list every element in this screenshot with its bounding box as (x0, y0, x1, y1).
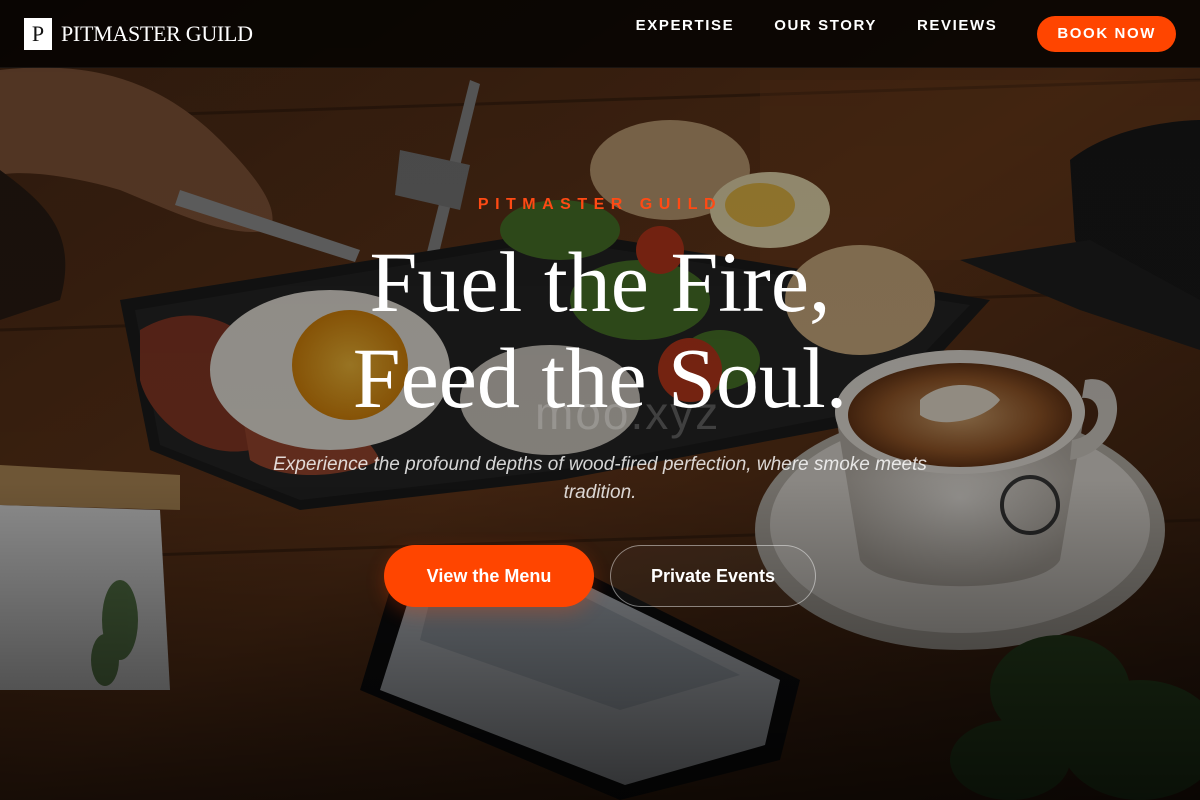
nav-link-expertise[interactable]: EXPERTISE (636, 17, 735, 34)
hero-cta-group: View the Menu Private Events (384, 545, 816, 607)
hero-subtext: Experience the profound depths of wood-f… (273, 454, 927, 503)
main-nav: EXPERTISE OUR STORY REVIEWS BOOK NOW (636, 0, 1176, 68)
watermark-text: moo.xyz (535, 387, 721, 439)
book-now-button[interactable]: BOOK NOW (1037, 15, 1176, 52)
site-header: P PITMASTER GUILD EXPERTISE OUR STORY RE… (0, 0, 1200, 68)
nav-link-reviews[interactable]: REVIEWS (917, 17, 997, 34)
brand-mark-icon: P (24, 17, 52, 50)
page: P PITMASTER GUILD EXPERTISE OUR STORY RE… (0, 0, 1200, 800)
brand-name: PITMASTER GUILD (61, 20, 253, 46)
hero-headline-line-1: Fuel the Fire, (369, 234, 831, 330)
hero-eyebrow: PITMASTER GUILD (477, 196, 723, 213)
brand-logo[interactable]: P PITMASTER GUILD (24, 17, 253, 50)
private-events-button[interactable]: Private Events (610, 545, 816, 607)
view-menu-button[interactable]: View the Menu (384, 545, 594, 607)
hero-section: PITMASTER GUILD Fuel the Fire, Feed the … (0, 0, 1200, 800)
nav-link-our-story[interactable]: OUR STORY (774, 17, 877, 34)
